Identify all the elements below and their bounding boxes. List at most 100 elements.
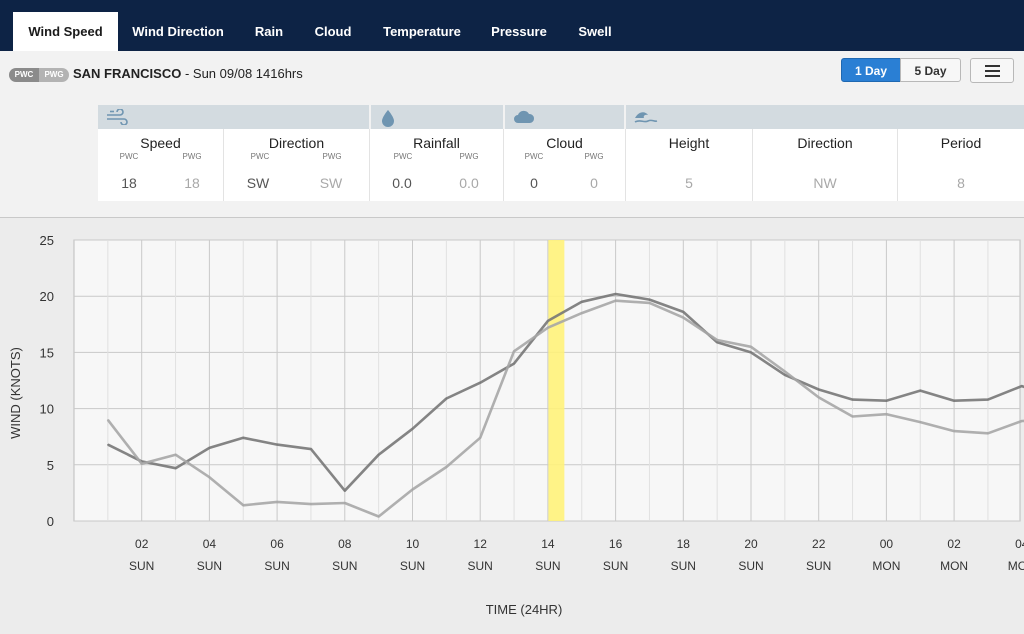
plot-area [73, 239, 1021, 522]
speed-pwg-value: 18 [184, 175, 200, 191]
data-point [276, 443, 278, 446]
y-tick-label: 10 [40, 402, 54, 417]
data-point [276, 501, 278, 503]
x-tick-day-label: SUN [806, 559, 831, 573]
speed-pwg-label: PWG [182, 152, 202, 161]
summary-panel: Speed PWC PWG 18 18 Direction PWC PWG SW… [0, 101, 1024, 218]
data-point [987, 399, 989, 401]
x-tick-day-label: SUN [197, 559, 222, 573]
cloud-icon [514, 110, 535, 123]
period-title: Period [940, 135, 982, 151]
direction-pwg-label: PWG [322, 152, 342, 161]
data-point [1021, 420, 1023, 422]
x-tick-day-label: SUN [264, 559, 289, 573]
speed-title: Speed [140, 135, 181, 151]
data-point [547, 327, 549, 329]
tab-pressure[interactable]: Pressure [486, 12, 552, 51]
data-point [750, 351, 752, 353]
y-tick-label: 5 [47, 458, 54, 473]
data-point [987, 432, 989, 434]
data-point [851, 399, 854, 401]
x-tick-label: 02 [135, 537, 149, 551]
x-axis-label: TIME (24HR) [486, 602, 563, 617]
top-nav: Wind Speed Wind Direction Rain Cloud Tem… [0, 0, 1024, 51]
location-name: SAN FRANCISCO [73, 66, 182, 81]
data-point [378, 515, 380, 518]
x-tick-label: 10 [406, 537, 420, 551]
data-point [784, 374, 786, 376]
data-point [818, 396, 820, 398]
data-point [479, 382, 481, 384]
data-point [242, 437, 244, 439]
tab-wind-direction[interactable]: Wind Direction [124, 12, 232, 51]
cloud-pwc-label: PWC [524, 152, 544, 161]
data-point [750, 346, 752, 348]
y-tick-label: 15 [40, 345, 54, 360]
speed-pwc-label: PWC [119, 152, 139, 161]
x-tick-label: 20 [744, 537, 758, 551]
tab-swell[interactable]: Swell [571, 12, 619, 51]
rain-section-header [371, 105, 503, 129]
x-tick-label: 06 [270, 537, 284, 551]
data-point [885, 400, 888, 402]
x-tick-day-label: SUN [129, 559, 154, 573]
data-point [682, 311, 684, 313]
data-point [784, 370, 786, 373]
data-point [411, 488, 414, 491]
y-tick-label: 0 [47, 514, 54, 529]
data-point [141, 463, 143, 465]
height-value: 5 [685, 175, 693, 191]
data-point [513, 350, 515, 352]
data-point [378, 454, 380, 456]
data-point [513, 363, 515, 365]
direction-title: Direction [268, 135, 325, 151]
data-point [107, 443, 109, 446]
x-tick-label: 12 [474, 537, 488, 551]
x-tick-day-label: SUN [400, 559, 425, 573]
tab-cloud[interactable]: Cloud [308, 12, 358, 51]
y-tick-label: 25 [40, 233, 54, 248]
one-day-button[interactable]: 1 Day [841, 58, 901, 82]
tab-wind-speed[interactable]: Wind Speed [13, 12, 118, 51]
cloud-title: Cloud [546, 135, 583, 151]
rainfall-pwg-label: PWG [459, 152, 479, 161]
data-point [919, 421, 921, 423]
cloud-pwc-value: 0 [530, 175, 538, 191]
x-tick-day-label: MON [872, 559, 900, 573]
x-tick-label: 02 [947, 537, 961, 551]
wind-chart: WIND (KNOTS) TIME (24HR) 0 5 10 15 20 25 02 SUN… [0, 218, 1024, 629]
tab-temperature[interactable]: Temperature [377, 12, 467, 51]
period-value: 8 [957, 175, 965, 191]
data-point [648, 302, 651, 304]
x-tick-label: 08 [338, 537, 352, 551]
data-point [615, 300, 617, 302]
hamburger-menu-icon[interactable] [970, 58, 1014, 83]
location-title: SAN FRANCISCO - Sun 09/08 1416hrs [73, 66, 303, 81]
direction-pwg-value: SW [319, 175, 343, 191]
data-point [208, 476, 210, 478]
rainfall-pwc-label: PWC [393, 152, 413, 161]
current-time-marker [548, 240, 565, 521]
data-point [174, 467, 177, 469]
tab-rain[interactable]: Rain [249, 12, 289, 51]
x-tick-label: 00 [880, 537, 894, 551]
data-point [716, 339, 718, 341]
x-tick-day-label: SUN [738, 559, 763, 573]
data-point [344, 490, 346, 492]
data-point [682, 316, 684, 319]
rainfall-pwg-value: 0.0 [459, 175, 479, 191]
data-point [310, 448, 312, 450]
data-point [310, 503, 312, 505]
data-point [174, 454, 177, 456]
data-point [919, 390, 921, 392]
data-point [716, 341, 718, 343]
direction-pwc-label: PWC [250, 152, 270, 161]
swell-direction-value: NW [813, 175, 837, 191]
wind-chart-svg: WIND (KNOTS) TIME (24HR) 0 5 10 15 20 25 02 SUN… [8, 233, 1024, 617]
five-day-button[interactable]: 5 Day [900, 58, 961, 82]
data-point [242, 504, 244, 506]
rainfall-pwc-value: 0.0 [392, 175, 412, 191]
x-tick-day-label: SUN [468, 559, 493, 573]
location-time: - Sun 09/08 1416hrs [181, 66, 303, 81]
x-tick-label: 14 [541, 537, 555, 551]
